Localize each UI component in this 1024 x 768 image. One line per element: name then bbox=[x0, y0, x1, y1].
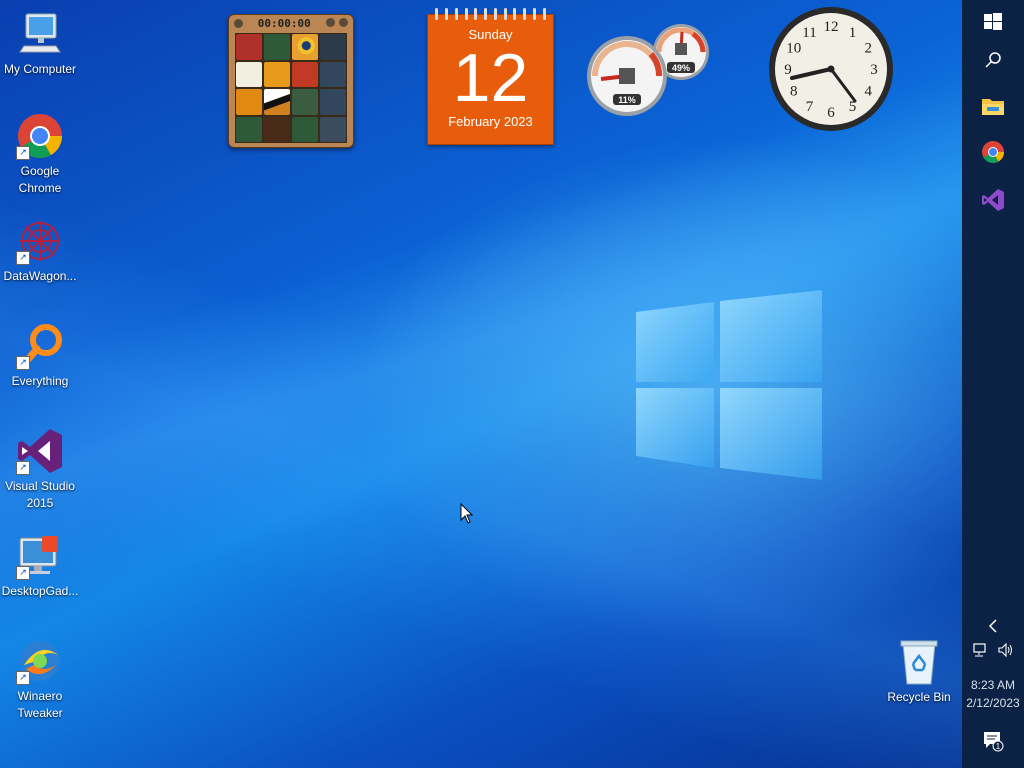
desktop-icon-datawagon[interactable]: ↗ DataWagon... bbox=[0, 217, 80, 285]
puzzle-tile[interactable] bbox=[292, 34, 318, 60]
clock-gadget[interactable]: 12 1234567891011 bbox=[768, 6, 894, 132]
desktop-icon-google-chrome[interactable]: ↗ Google Chrome bbox=[0, 112, 80, 197]
cpu-dial: 11% bbox=[587, 36, 667, 116]
clock-numeral: 12 bbox=[824, 19, 839, 35]
file-explorer-icon bbox=[982, 99, 1004, 115]
shortcut-arrow-icon: ↗ bbox=[16, 251, 30, 265]
puzzle-help-icon[interactable] bbox=[325, 18, 335, 27]
clock-numeral: 11 bbox=[802, 25, 816, 41]
puzzle-tile[interactable] bbox=[264, 116, 290, 142]
shortcut-arrow-icon: ↗ bbox=[16, 461, 30, 475]
chrome-icon: ↗ bbox=[16, 112, 64, 160]
cpu-value: 11% bbox=[618, 95, 636, 105]
puzzle-shuffle-icon[interactable] bbox=[339, 18, 348, 27]
mouse-cursor-icon bbox=[460, 503, 474, 524]
clock-numeral: 4 bbox=[864, 84, 872, 100]
clock-numeral: 8 bbox=[790, 84, 798, 100]
puzzle-tile[interactable] bbox=[236, 89, 262, 115]
desktop-icon-label: DesktopGad... bbox=[1, 584, 79, 598]
desktop-icon-label: My Computer bbox=[3, 62, 77, 76]
windows-logo-wallpaper bbox=[636, 290, 822, 480]
desktop-icon-label: Recycle Bin bbox=[887, 690, 951, 704]
calendar-month: February 2023 bbox=[448, 114, 533, 129]
memory-value: 49% bbox=[672, 63, 690, 73]
datawagon-icon: ↗ bbox=[16, 217, 64, 265]
puzzle-tile[interactable] bbox=[236, 116, 262, 142]
tray-time[interactable]: 8:23 AM bbox=[962, 676, 1024, 694]
clock-numeral: 9 bbox=[784, 62, 792, 78]
clock-numeral: 2 bbox=[864, 41, 872, 57]
desktop-icon-label: Winaero Tweaker bbox=[17, 689, 63, 720]
desktop-icon-visual-studio[interactable]: ↗ Visual Studio 2015 bbox=[0, 427, 80, 512]
puzzle-tile[interactable] bbox=[320, 34, 346, 60]
puzzle-tile[interactable] bbox=[264, 61, 290, 87]
recycle-bin-icon bbox=[895, 638, 943, 686]
search-icon bbox=[985, 52, 1001, 68]
computer-icon bbox=[16, 10, 64, 58]
clock-numeral: 6 bbox=[827, 105, 835, 121]
puzzle-tile[interactable] bbox=[320, 116, 346, 142]
notification-icon: 1 bbox=[984, 732, 1004, 752]
puzzle-pause-icon[interactable] bbox=[234, 18, 243, 28]
puzzle-tile[interactable] bbox=[264, 34, 290, 60]
visual-studio-icon: ↗ bbox=[16, 427, 64, 475]
shortcut-arrow-icon: ↗ bbox=[16, 566, 30, 580]
chevron-left-icon bbox=[988, 619, 997, 633]
notification-count: 1 bbox=[996, 742, 1001, 751]
shortcut-arrow-icon: ↗ bbox=[16, 356, 30, 370]
puzzle-grid[interactable] bbox=[235, 33, 347, 143]
picture-puzzle-gadget[interactable]: 00:00:00 bbox=[228, 14, 354, 148]
taskbar-visual-studio[interactable] bbox=[962, 178, 1024, 222]
taskbar-file-explorer[interactable] bbox=[962, 84, 1024, 128]
puzzle-tile[interactable] bbox=[292, 116, 318, 142]
puzzle-tile[interactable] bbox=[264, 89, 290, 115]
calendar-rings bbox=[428, 8, 553, 20]
search-button[interactable] bbox=[962, 38, 1024, 82]
visual-studio-icon bbox=[982, 189, 1004, 211]
desktop-gadgets-icon: ↗ bbox=[16, 532, 64, 580]
clock-numeral: 10 bbox=[786, 41, 801, 57]
desktop-icon-label: Everything bbox=[11, 374, 69, 388]
memory-chip-icon bbox=[675, 43, 687, 55]
desktop-icon-label: Google Chrome bbox=[18, 164, 62, 195]
tray-icons bbox=[968, 640, 1018, 660]
cpu-chip-icon bbox=[619, 68, 635, 84]
puzzle-timer: 00:00:00 bbox=[257, 16, 311, 30]
puzzle-tile[interactable] bbox=[320, 89, 346, 115]
calendar-date: 12 bbox=[452, 40, 529, 116]
action-center-button[interactable]: 1 bbox=[962, 718, 1024, 764]
taskbar-chrome[interactable] bbox=[962, 130, 1024, 174]
puzzle-tile[interactable] bbox=[236, 34, 262, 60]
puzzle-tile[interactable] bbox=[292, 89, 318, 115]
puzzle-tile[interactable] bbox=[236, 61, 262, 87]
desktop-icon-everything[interactable]: ↗ Everything bbox=[0, 322, 80, 390]
magnifier-icon: ↗ bbox=[16, 322, 64, 370]
desktop-icon-recycle-bin[interactable]: Recycle Bin bbox=[879, 638, 959, 706]
desktop-icon-winaero-tweaker[interactable]: ↗ Winaero Tweaker bbox=[0, 637, 80, 722]
desktop-icon-label: Visual Studio 2015 bbox=[5, 479, 75, 510]
winaero-tweaker-icon: ↗ bbox=[16, 637, 64, 685]
desktop-icon-label: DataWagon... bbox=[3, 269, 77, 283]
puzzle-tile[interactable] bbox=[292, 61, 318, 87]
cpu-meter-gadget[interactable]: 49% 11% bbox=[585, 22, 713, 118]
shortcut-arrow-icon: ↗ bbox=[16, 146, 30, 160]
calendar-gadget[interactable]: Sunday 12 February 2023 bbox=[427, 8, 554, 145]
chrome-icon bbox=[982, 141, 1004, 163]
clock-numeral: 1 bbox=[849, 25, 857, 41]
network-icon[interactable] bbox=[972, 643, 989, 657]
desktop-icon-desktopgadgets[interactable]: ↗ DesktopGad... bbox=[0, 532, 80, 600]
start-icon bbox=[984, 13, 1002, 30]
shortcut-arrow-icon: ↗ bbox=[16, 671, 30, 685]
desktop-icon-my-computer[interactable]: My Computer bbox=[0, 10, 80, 78]
clock-numeral: 3 bbox=[870, 62, 878, 78]
puzzle-tile[interactable] bbox=[320, 61, 346, 87]
tray-date[interactable]: 2/12/2023 bbox=[962, 694, 1024, 712]
volume-icon[interactable] bbox=[997, 643, 1014, 657]
clock-numeral: 7 bbox=[806, 99, 814, 115]
